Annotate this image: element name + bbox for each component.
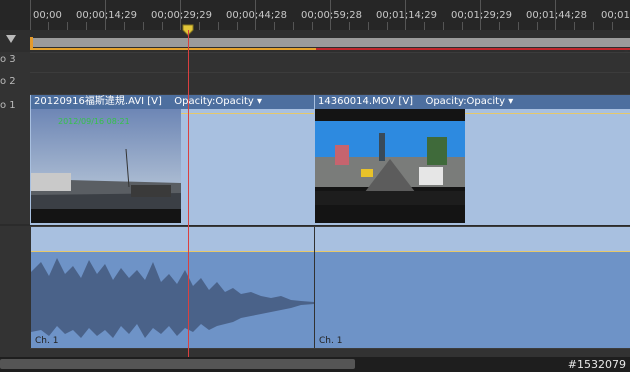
ruler-minor-tick	[424, 22, 425, 30]
ruler-label: 00;00;59;28	[301, 10, 363, 21]
opacity-dropdown-icon[interactable]: ▾	[508, 96, 513, 107]
lane-video2[interactable]	[30, 72, 630, 95]
channel-label: Ch. 1	[319, 336, 343, 346]
timestamp-overlay: 2012/09/16 08:21	[58, 117, 130, 126]
ruler-minor-tick	[48, 22, 49, 30]
clip-header: 14360014.MOV [V] Opacity:Opacity ▾	[315, 95, 630, 109]
track-header-video3[interactable]: o 3	[0, 52, 30, 72]
ruler-minor-tick	[312, 22, 313, 30]
ruler-minor-tick	[67, 22, 68, 30]
ruler-minor-tick	[499, 22, 500, 30]
ruler-label: 00;00;44;28	[226, 10, 288, 21]
work-area-start-handle[interactable]	[30, 37, 33, 48]
ruler-tick	[330, 0, 331, 30]
track-label: o 2	[0, 76, 16, 87]
ruler-minor-tick	[462, 22, 463, 30]
ruler-tick	[105, 0, 106, 30]
ruler-minor-tick	[274, 22, 275, 30]
ruler-minor-tick	[574, 22, 575, 30]
lane-video3[interactable]	[30, 52, 630, 73]
watermark: #1532079	[567, 358, 626, 371]
ruler-minor-tick	[349, 22, 350, 30]
track-header-video1[interactable]: o 1	[0, 94, 30, 224]
ruler-minor-tick	[237, 22, 238, 30]
playhead-line[interactable]	[188, 30, 189, 358]
audio-clip-header	[315, 227, 630, 251]
track-label: o 3	[0, 54, 16, 65]
ruler-tick	[405, 0, 406, 30]
volume-rubber-band[interactable]	[315, 251, 630, 252]
audio-waveform	[31, 258, 314, 338]
ruler-minor-tick	[124, 22, 125, 30]
ruler-tick	[180, 0, 181, 30]
opacity-effect-label[interactable]: Opacity:Opacity	[174, 96, 254, 107]
ruler-minor-tick	[162, 22, 163, 30]
horizontal-scrollbar[interactable]: #1532079	[0, 357, 630, 372]
track-label: o 1	[0, 100, 16, 111]
ruler-minor-tick	[387, 22, 388, 30]
ruler-label: 00;00;14;29	[76, 10, 138, 21]
work-area-menu-icon[interactable]	[6, 35, 16, 43]
ruler-label: 00;00	[33, 10, 62, 21]
clip-thumbnail	[31, 109, 181, 223]
audio-clip-1[interactable]: Ch. 1	[31, 227, 314, 348]
ruler-minor-tick	[612, 22, 613, 30]
ruler-label: 00;01;29;29	[451, 10, 513, 21]
ruler-minor-tick	[593, 22, 594, 30]
render-bar-yellow	[30, 48, 316, 50]
ruler-label: 00;01;44;28	[526, 10, 588, 21]
opacity-effect-label[interactable]: Opacity:Opacity	[425, 96, 505, 107]
channel-label: Ch. 1	[35, 336, 59, 346]
ruler-minor-tick	[443, 22, 444, 30]
audio-clip-2[interactable]: Ch. 1	[315, 227, 630, 348]
video-clip-1[interactable]: 20120916福斯違規.AVI [V] Opacity:Opacity ▾ 2…	[31, 95, 314, 224]
clip-name: 14360014.MOV [V]	[318, 96, 414, 107]
ruler-minor-tick	[368, 22, 369, 30]
track-header-audio1[interactable]	[0, 226, 30, 348]
ruler-tick	[555, 0, 556, 30]
ruler-minor-tick	[199, 22, 200, 30]
audio-clip-header	[31, 227, 314, 251]
render-bar-red	[316, 48, 630, 50]
ruler-tick	[480, 0, 481, 30]
video-clip-2[interactable]: 14360014.MOV [V] Opacity:Opacity ▾	[315, 95, 630, 224]
ruler-minor-tick	[518, 22, 519, 30]
timeline-ruler[interactable]: 00;00 00;00;14;29 00;00;29;29 00;00;44;2…	[0, 0, 630, 30]
track-header-audio2[interactable]	[0, 348, 30, 357]
ruler-minor-tick	[218, 22, 219, 30]
track-header-video2[interactable]: o 2	[0, 72, 30, 94]
opacity-dropdown-icon[interactable]: ▾	[257, 96, 262, 107]
ruler-label: 00;01;5	[601, 10, 630, 21]
ruler-label: 00;01;14;29	[376, 10, 438, 21]
ruler-minor-tick	[86, 22, 87, 30]
ruler-label: 00;00;29;29	[151, 10, 213, 21]
ruler-tick	[255, 0, 256, 30]
clip-thumbnail	[315, 109, 465, 223]
ruler-minor-tick	[293, 22, 294, 30]
ruler-minor-tick	[143, 22, 144, 30]
ruler-tick	[30, 0, 31, 30]
ruler-minor-tick	[537, 22, 538, 30]
clip-name: 20120916福斯違規.AVI [V]	[34, 96, 162, 107]
work-area-bar[interactable]: |||	[30, 37, 630, 56]
scroll-thumb[interactable]	[0, 359, 355, 369]
work-area: |||	[0, 30, 630, 56]
clip-header: 20120916福斯違規.AVI [V] Opacity:Opacity ▾	[31, 95, 314, 109]
